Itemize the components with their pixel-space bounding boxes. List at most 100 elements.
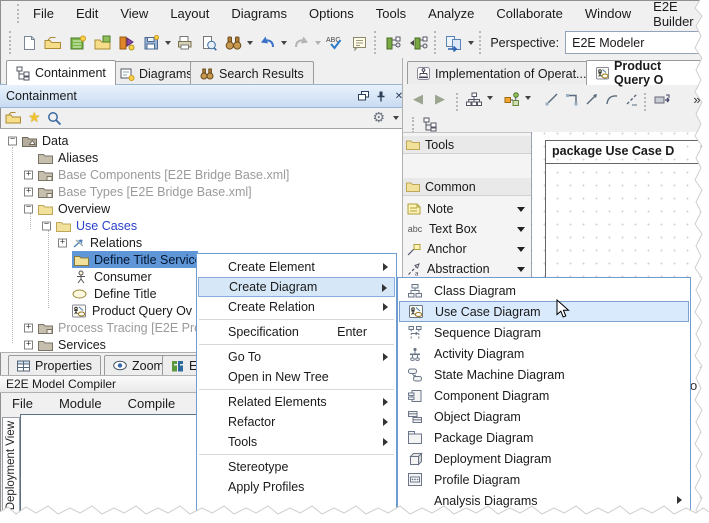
redo-dropdown[interactable]	[313, 31, 322, 55]
spelling-button[interactable]: ABC	[323, 30, 347, 56]
menu-view[interactable]: View	[109, 6, 159, 21]
menu-item-stereotype[interactable]: Stereotype	[198, 457, 395, 477]
palette-item-abstraction[interactable]: a Abstraction	[403, 259, 531, 279]
find-button[interactable]	[221, 30, 245, 56]
tree-item[interactable]: Data	[0, 132, 402, 149]
expand-toggle[interactable]	[24, 187, 33, 196]
composer-module-button[interactable]	[382, 30, 406, 56]
toolbar-grip[interactable]	[374, 31, 379, 54]
palette-item-text-box[interactable]: abc Text Box	[403, 219, 531, 239]
palette-item-anchor[interactable]: Anchor	[403, 239, 531, 259]
add-related-icon[interactable]	[499, 86, 525, 112]
expand-toggle[interactable]	[24, 323, 33, 332]
float-window-icon[interactable]	[354, 88, 372, 104]
compiler-menu-compile[interactable]: Compile	[128, 396, 176, 411]
expand-toggle[interactable]	[58, 238, 67, 247]
pin-icon[interactable]	[372, 88, 390, 104]
submenu-item-class-diagram[interactable]: Class Diagram	[399, 280, 689, 301]
redo-button[interactable]	[289, 30, 313, 56]
tab-containment[interactable]: Containment	[6, 60, 116, 85]
add-related-dropdown[interactable]	[523, 86, 533, 110]
expand-caret-icon[interactable]	[517, 207, 525, 212]
submenu-item-sequence-diagram[interactable]: Sequence Diagram	[399, 322, 689, 343]
project-options-button[interactable]	[114, 30, 138, 56]
submenu-item-object-diagram[interactable]: Object Diagram	[399, 406, 689, 427]
tab-diagrams[interactable]: Diagrams	[110, 61, 203, 85]
submenu-item-profile-diagram[interactable]: Profile Diagram	[399, 469, 689, 490]
tab-implementation-of-operation[interactable]: Implementation of Operat...	[407, 61, 596, 85]
import-model-button[interactable]	[90, 30, 114, 56]
tree-item[interactable]: Relations	[0, 234, 402, 251]
menu-item-tools[interactable]: Tools	[198, 432, 395, 452]
settings-dropdown[interactable]	[391, 106, 401, 130]
menu-e2e-builder[interactable]: E2E Builder	[642, 0, 704, 29]
submenu-item-package-diagram[interactable]: Package Diagram	[399, 427, 689, 448]
layout-icon[interactable]	[461, 86, 487, 112]
menu-item-specification[interactable]: Specification Enter	[198, 322, 395, 342]
open-element-icon[interactable]	[5, 111, 22, 124]
undo-dropdown[interactable]	[280, 31, 289, 55]
menu-analyze[interactable]: Analyze	[417, 6, 485, 21]
favorites-icon[interactable]	[28, 109, 41, 127]
menu-edit[interactable]: Edit	[65, 6, 109, 21]
tab-deployment-view[interactable]: Deployment View	[2, 417, 20, 514]
toolbar-grip[interactable]	[434, 31, 439, 54]
print-button[interactable]	[173, 30, 197, 56]
toolbar-grip[interactable]	[9, 31, 14, 54]
toolbar-grip[interactable]	[17, 4, 19, 23]
collapse-toggle[interactable]	[8, 136, 17, 145]
comment-button[interactable]	[347, 30, 371, 56]
tree-item[interactable]: Overview	[0, 200, 402, 217]
transfer-project-button[interactable]	[442, 30, 466, 56]
menu-item-open-in-new-tree[interactable]: Open in New Tree	[198, 367, 395, 387]
menu-item-create-relation[interactable]: Create Relation	[198, 297, 395, 317]
menu-layout[interactable]: Layout	[159, 6, 220, 21]
toolbar-overflow-icon[interactable]	[684, 86, 709, 112]
expand-caret-icon[interactable]	[517, 247, 525, 252]
menu-item-go-to[interactable]: Go To	[198, 347, 395, 367]
expand-caret-icon[interactable]	[517, 267, 525, 272]
submenu-item-state-machine-diagram[interactable]: State Machine Diagram	[399, 364, 689, 385]
collapse-toggle[interactable]	[24, 204, 33, 213]
menu-help[interactable]: Help	[705, 6, 709, 21]
undo-button[interactable]	[255, 30, 279, 56]
menu-options[interactable]: Options	[298, 6, 365, 21]
tree-item[interactable]: Base Components [E2E Bridge Base.xml]	[0, 166, 402, 183]
menu-item-refactor[interactable]: Refactor	[198, 412, 395, 432]
submenu-item-deployment-diagram[interactable]: Deployment Diagram	[399, 448, 689, 469]
menu-collaborate[interactable]: Collaborate	[485, 6, 574, 21]
transfer-dropdown[interactable]	[466, 31, 475, 55]
expand-caret-icon[interactable]	[517, 227, 525, 232]
forward-icon[interactable]	[427, 86, 453, 112]
tree-item[interactable]: Base Types [E2E Bridge Base.xml]	[0, 183, 402, 200]
palette-section-tools[interactable]: Tools	[403, 136, 531, 154]
submenu-item-activity-diagram[interactable]: Activity Diagram	[399, 343, 689, 364]
palette-item-note[interactable]: Note	[403, 199, 531, 219]
collapse-toggle[interactable]	[42, 221, 51, 230]
tab-product-query[interactable]: Product Query O	[586, 60, 709, 85]
line-style-dashed-icon[interactable]	[619, 86, 645, 112]
submenu-item-use-case-diagram[interactable]: Use Case Diagram	[399, 301, 689, 322]
menu-item-related-elements[interactable]: Related Elements	[198, 392, 395, 412]
settings-gear-icon[interactable]	[372, 109, 385, 127]
print-preview-button[interactable]	[197, 30, 221, 56]
menu-tools[interactable]: Tools	[365, 6, 417, 21]
menu-diagrams[interactable]: Diagrams	[220, 6, 298, 21]
menu-item-create-element[interactable]: Create Element	[198, 257, 395, 277]
expand-toggle[interactable]	[24, 340, 33, 349]
show-parents-icon[interactable]	[649, 86, 675, 112]
tree-item[interactable]: Aliases	[0, 149, 402, 166]
save-button[interactable]	[139, 30, 163, 56]
tree-item[interactable]: Use Cases	[0, 217, 402, 234]
new-project-button[interactable]	[17, 30, 41, 56]
submenu-item-analysis-diagrams[interactable]: Analysis Diagrams	[399, 490, 689, 511]
layout-dropdown[interactable]	[485, 86, 495, 110]
menu-item-apply-profiles[interactable]: Apply Profiles	[198, 477, 395, 497]
new-model-button[interactable]	[66, 30, 90, 56]
compiler-menu-module[interactable]: Module	[59, 396, 102, 411]
tab-search-results[interactable]: Search Results	[190, 61, 314, 85]
menu-window[interactable]: Window	[574, 6, 642, 21]
menu-file[interactable]: File	[22, 6, 65, 21]
tab-properties[interactable]: Properties	[8, 355, 101, 376]
submenu-item-component-diagram[interactable]: Component Diagram	[399, 385, 689, 406]
